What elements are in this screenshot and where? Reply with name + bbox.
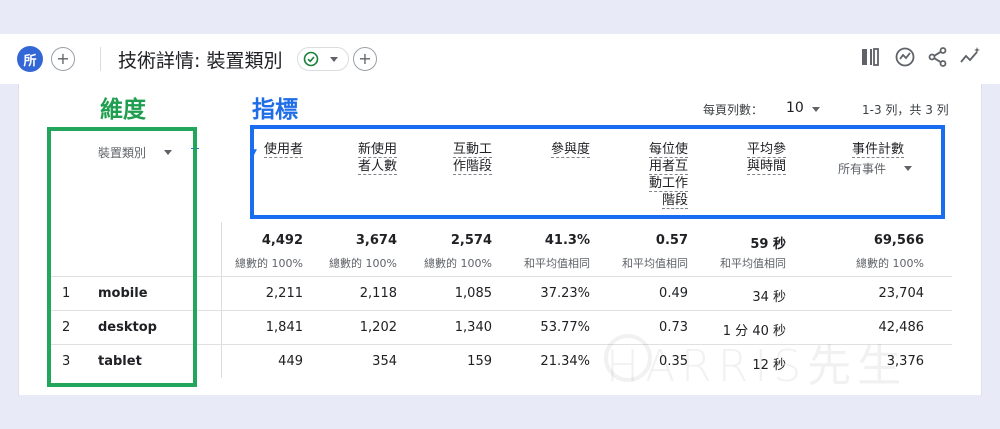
check-circle-icon — [303, 51, 319, 67]
row-cell: 34 秒 — [752, 290, 786, 305]
total-value: 59 秒 — [750, 237, 786, 252]
row-cell: 12 秒 — [752, 358, 786, 373]
row-number: 1 — [62, 286, 71, 301]
insights-icon[interactable] — [893, 45, 917, 69]
total-value: 69,566 — [873, 233, 924, 248]
trend-sparkle-icon[interactable] — [958, 45, 982, 69]
row-cell: 1,085 — [454, 286, 492, 301]
event-filter-select[interactable]: 所有事件 — [838, 160, 886, 177]
row-dimension-value: mobile — [98, 286, 148, 301]
row-cell: 37.23% — [540, 286, 590, 301]
row-cell: 354 — [372, 354, 397, 369]
row-cell: 1 分 40 秒 — [722, 324, 786, 339]
row-cell: 23,704 — [878, 286, 925, 301]
total-value: 41.3% — [544, 233, 590, 248]
row-cell: 2,211 — [265, 286, 303, 301]
total-subtext: 總數的 100% — [329, 257, 397, 270]
row-cell: 449 — [278, 354, 303, 369]
page-title: 技術詳情: 裝置類別 — [118, 50, 283, 72]
add-comparison-button[interactable]: + — [51, 47, 75, 71]
rows-per-page-select[interactable]: 10 — [786, 100, 804, 116]
dimension-column-header[interactable]: 裝置類別 — [98, 144, 146, 161]
column-header-engagement-rate[interactable]: 參與度 — [550, 141, 590, 158]
row-number: 2 — [62, 320, 71, 335]
metrics-annotation-label: 指標 — [252, 97, 298, 123]
customize-report-icon[interactable] — [858, 45, 882, 69]
rows-per-page-label: 每頁列數： — [703, 103, 764, 117]
row-number: 3 — [62, 354, 71, 369]
row-dimension-value: desktop — [98, 320, 157, 335]
total-subtext: 和平均值相同 — [720, 257, 786, 270]
column-header-sessions-per-user[interactable]: 每位使 用者互 動工作 階段 — [648, 141, 688, 209]
row-cell: 1,340 — [454, 320, 492, 335]
bottom-strip — [0, 395, 1000, 429]
total-subtext: 和平均值相同 — [622, 257, 688, 270]
total-value: 3,674 — [355, 233, 397, 248]
total-value: 0.57 — [655, 233, 688, 248]
sort-arrow-icon[interactable]: ▼ — [250, 148, 257, 158]
chevron-down-icon — [330, 57, 338, 62]
total-subtext: 總數的 100% — [235, 257, 303, 270]
add-filter-button[interactable]: + — [353, 47, 377, 71]
row-cell: 53.77% — [540, 320, 590, 335]
row-cell: 0.35 — [659, 354, 688, 369]
row-cell: 1,841 — [265, 320, 303, 335]
chevron-down-icon[interactable] — [812, 107, 820, 112]
chevron-down-icon[interactable] — [164, 150, 172, 155]
total-value: 4,492 — [261, 233, 303, 248]
row-cell: 1,202 — [359, 320, 397, 335]
row-cell: 2,118 — [359, 286, 397, 301]
row-cell: 0.73 — [659, 320, 688, 335]
row-cell: 21.34% — [540, 354, 590, 369]
total-subtext: 總數的 100% — [856, 257, 924, 270]
status-dropdown[interactable] — [297, 47, 349, 71]
column-header-users[interactable]: 使用者 — [263, 141, 303, 158]
total-subtext: 總數的 100% — [424, 257, 492, 270]
total-subtext: 和平均值相同 — [524, 257, 590, 270]
column-header-avg-engagement-time[interactable]: 平均參 與時間 — [746, 141, 786, 175]
header-divider — [100, 47, 101, 71]
dimension-annotation-label: 維度 — [100, 97, 146, 123]
pagination-range: 1-3 列，共 3 列 — [862, 103, 949, 117]
column-divider — [221, 222, 222, 378]
row-cell: 0.49 — [659, 286, 688, 301]
row-divider — [48, 310, 952, 311]
row-cell: 42,486 — [878, 320, 925, 335]
total-value: 2,574 — [450, 233, 492, 248]
row-cell: 3,376 — [886, 354, 924, 369]
row-dimension-value: tablet — [98, 354, 142, 369]
chevron-down-icon[interactable] — [904, 166, 912, 171]
avatar[interactable]: 所 — [17, 46, 43, 72]
share-icon[interactable] — [926, 45, 950, 69]
move-left-icon[interactable] — [191, 148, 199, 149]
column-header-new-users[interactable]: 新使用 者人數 — [357, 141, 397, 175]
column-header-event-count[interactable]: 事件計數 — [851, 141, 904, 158]
row-cell: 159 — [467, 354, 492, 369]
column-header-sessions[interactable]: 互動工 作階段 — [452, 141, 492, 175]
row-divider — [48, 276, 952, 277]
